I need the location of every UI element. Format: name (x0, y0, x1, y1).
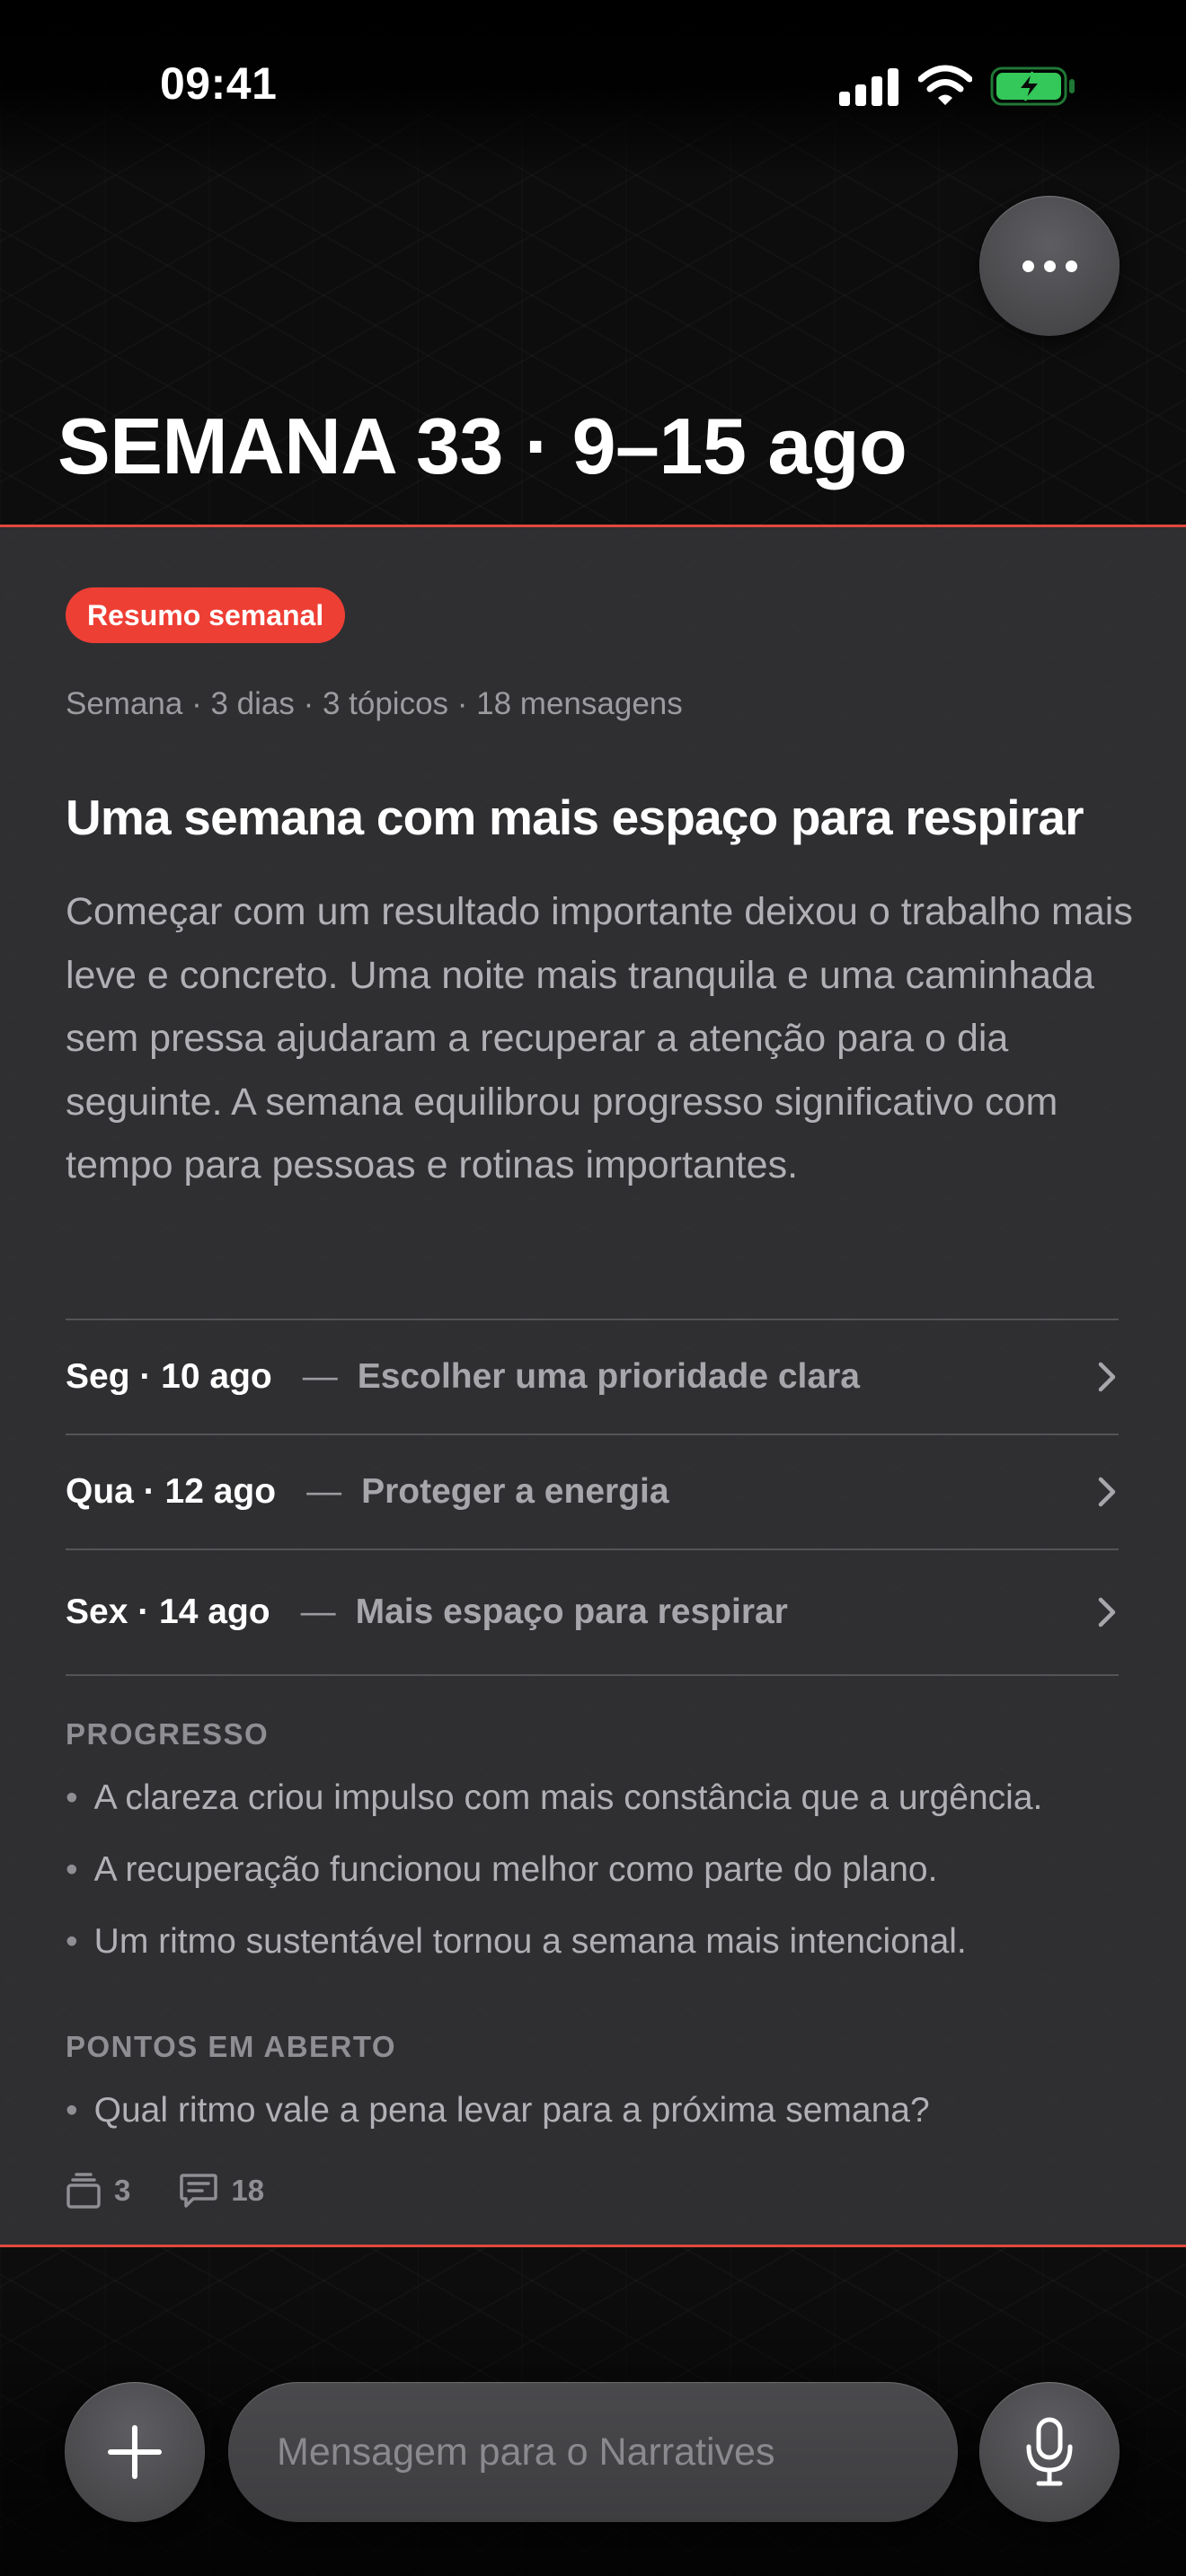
day-date: Sex · 14 ago (66, 1592, 270, 1631)
day-separator: — (302, 1357, 338, 1396)
progress-item: • Um ritmo sustentável tornou a semana ma… (66, 1922, 967, 1961)
page-title: SEMANA 33 · 9–15 ago (58, 401, 907, 490)
chevron-right-icon (1098, 1362, 1116, 1392)
days-divider (66, 1674, 1119, 1676)
day-row-qua[interactable]: Qua · 12 ago — Proteger a energia (66, 1434, 1119, 1548)
wifi-icon (918, 65, 972, 105)
summary-headline: Uma semana com mais espaço para respirar (66, 790, 1084, 845)
status-time: 09:41 (160, 58, 278, 109)
progress-item: • A clareza criou impulso com mais constâ… (66, 1778, 1043, 1817)
ellipsis-icon (1022, 260, 1034, 272)
day-topic: Escolher uma prioridade clara (357, 1357, 860, 1396)
day-separator: — (306, 1472, 342, 1511)
microphone-icon (1026, 2417, 1073, 2486)
summary-badge: Resumo semanal (66, 587, 346, 643)
summary-meta: Semana · 3 dias · 3 tópicos · 18 mensage… (66, 686, 683, 721)
day-topic: Proteger a energia (361, 1472, 669, 1511)
day-separator: — (300, 1592, 336, 1631)
open-points-heading: PONTOS EM ABERTO (66, 2030, 397, 2063)
battery-charging-icon (990, 66, 1075, 106)
open-point-item: • Qual ritmo vale a pena levar para a pró… (66, 2091, 930, 2130)
summary-counts: 3 18 (66, 2170, 264, 2211)
progress-heading: PROGRESSO (66, 1717, 270, 1751)
message-input[interactable] (228, 2382, 958, 2522)
day-row-sex[interactable]: Sex · 14 ago — Mais espaço para respirar (66, 1548, 1119, 1674)
cellular-signal-icon (839, 66, 898, 106)
day-date: Seg · 10 ago (66, 1357, 272, 1396)
chevron-right-icon (1098, 1477, 1116, 1507)
day-row-seg[interactable]: Seg · 10 ago — Escolher uma prioridade c… (66, 1319, 1119, 1434)
stack-icon (66, 2173, 101, 2209)
chevron-right-icon (1098, 1597, 1116, 1628)
messages-count: 18 (231, 2174, 265, 2207)
plus-icon (108, 2425, 162, 2479)
add-attachment-button[interactable] (65, 2382, 205, 2522)
more-options-button[interactable] (979, 196, 1120, 336)
summary-text: Começar com um resultado importante deix… (66, 890, 1133, 1187)
day-date: Qua · 12 ago (66, 1472, 277, 1511)
voice-input-button[interactable] (979, 2382, 1120, 2522)
message-icon (180, 2174, 218, 2208)
topics-count: 3 (114, 2174, 131, 2207)
progress-item: • A recuperação funcionou melhor como par… (66, 1850, 938, 1889)
day-topic: Mais espaço para respirar (355, 1592, 788, 1631)
